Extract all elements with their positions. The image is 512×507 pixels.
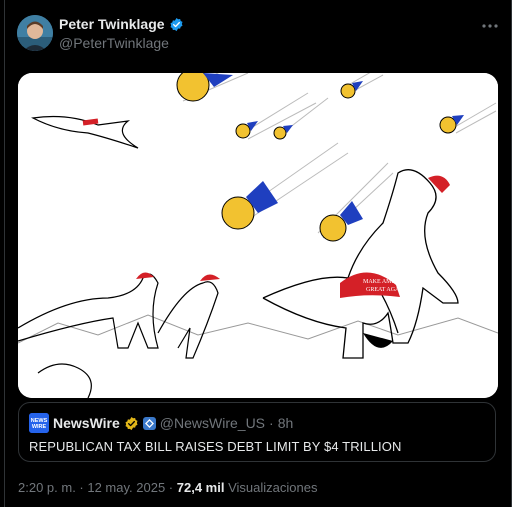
post-meta: 2:20 p. m. · 12 may. 2025 · 72,4 mil Vis… (18, 480, 317, 495)
more-horizontal-icon (482, 24, 498, 28)
quoted-post-text: REPUBLICAN TAX BILL RAISES DEBT LIMIT BY… (29, 439, 402, 454)
timeline-border-left (4, 0, 5, 507)
meme-illustration: MAKE AMERICA GREAT AGAIN (18, 73, 498, 398)
views-label: Visualizaciones (228, 480, 318, 495)
views-count: 72,4 mil (176, 480, 225, 495)
post-timestamp[interactable]: 2:20 p. m. · 12 may. 2025 · (18, 480, 173, 495)
avatar-photo (17, 15, 53, 51)
gold-verified-badge-icon (124, 416, 139, 431)
author-avatar[interactable] (17, 15, 53, 51)
quoted-display-name[interactable]: NewsWire (53, 415, 120, 431)
newswire-logo-icon[interactable]: NEWS WIRE (29, 413, 49, 433)
author-handle[interactable]: @PeterTwinklage (59, 35, 169, 51)
logo-text-2: WIRE (32, 424, 47, 430)
author-display-name[interactable]: Peter Twinklage (59, 16, 165, 32)
affiliate-badge-icon[interactable] (142, 416, 156, 430)
quoted-timestamp[interactable]: 8h (278, 415, 294, 431)
hat-text-line1: MAKE AMERICA (363, 279, 410, 285)
more-options-button[interactable] (480, 16, 500, 36)
verified-badge-icon (169, 17, 184, 32)
author-name-row: Peter Twinklage (59, 16, 184, 32)
quoted-separator: · (269, 415, 274, 431)
hat-text-line2: GREAT AGAIN (366, 287, 406, 293)
post-media-image[interactable]: MAKE AMERICA GREAT AGAIN (18, 73, 498, 398)
quoted-post-card[interactable]: NEWS WIRE NewsWire @NewsWire_US · 8h REP… (18, 402, 496, 462)
quoted-post-header: NEWS WIRE NewsWire @NewsWire_US · 8h (29, 413, 293, 433)
quoted-handle[interactable]: @NewsWire_US (160, 415, 265, 431)
